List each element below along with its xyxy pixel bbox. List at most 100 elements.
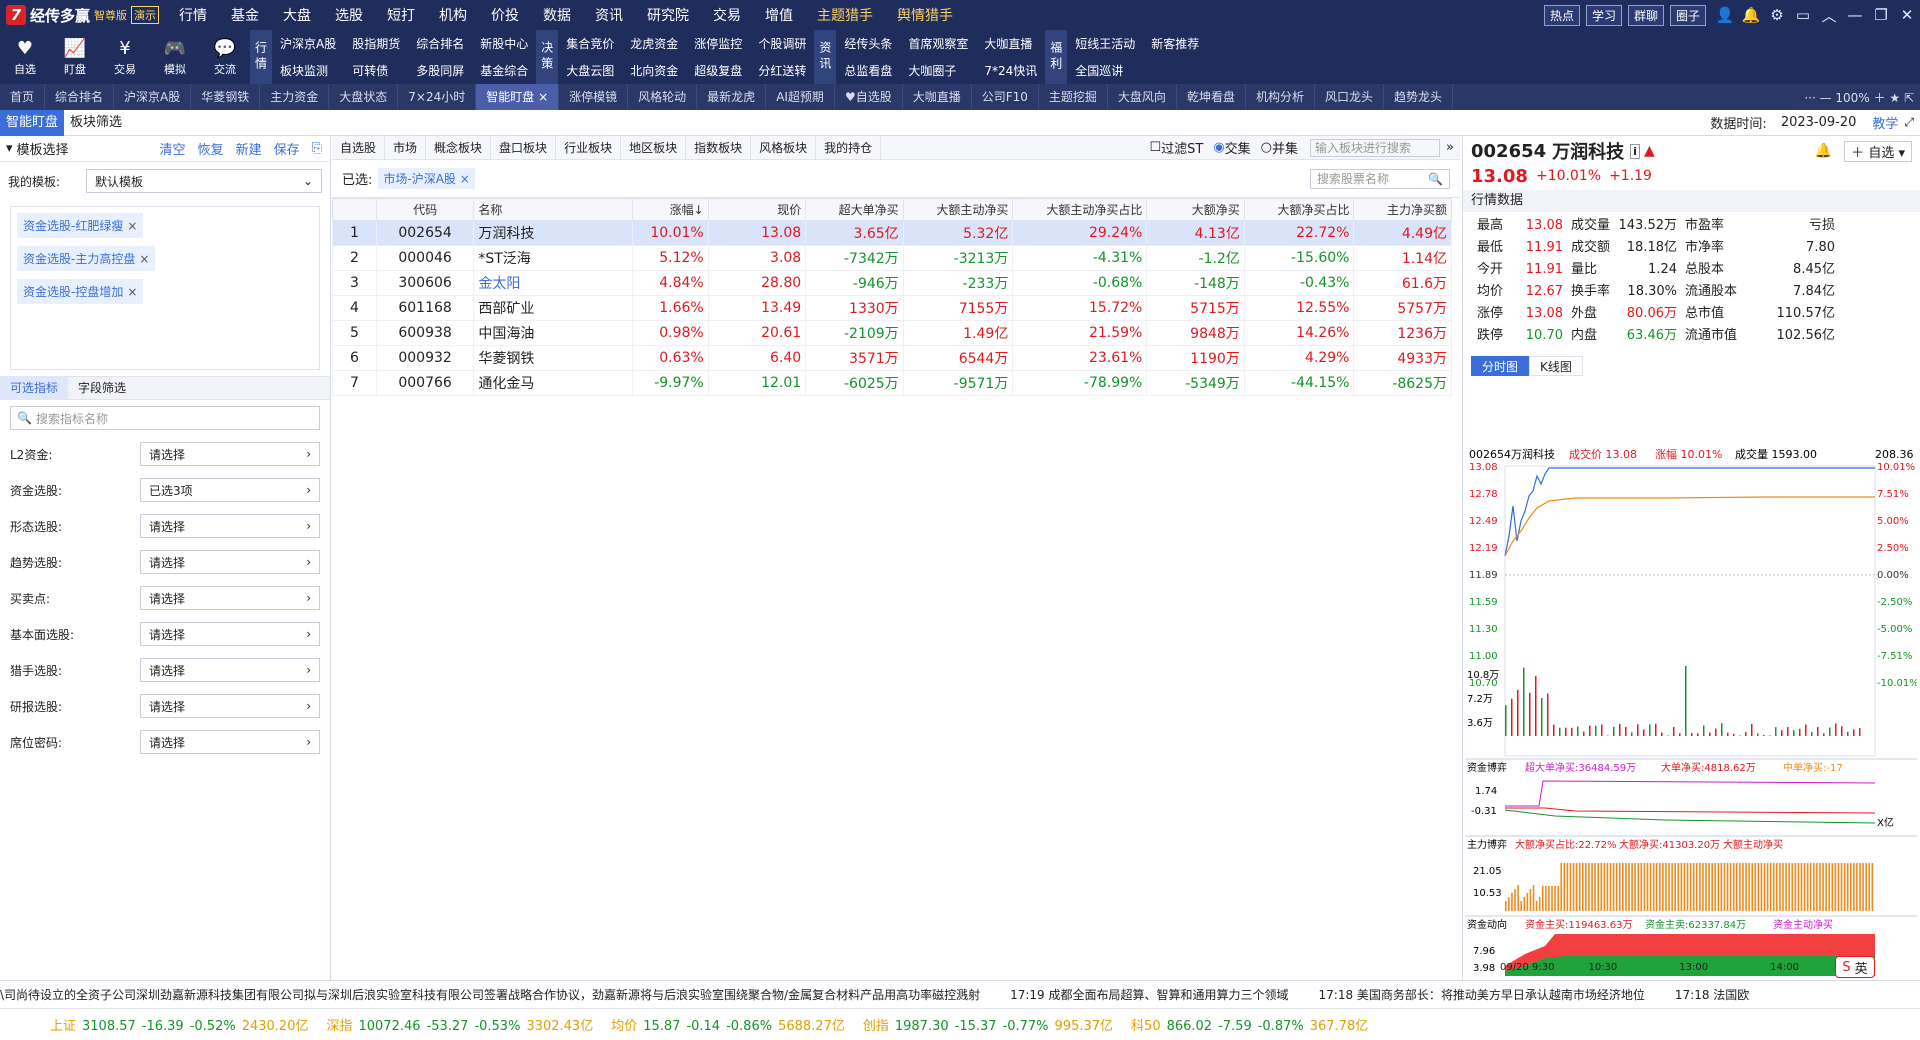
more-icon[interactable]: ··· [1804, 91, 1819, 105]
save-button[interactable]: 保存 [274, 139, 300, 158]
group-chat-button[interactable]: 群聊 [1628, 5, 1664, 26]
tab-kline[interactable]: K线图 [1529, 356, 1583, 376]
page-tab[interactable]: 主力资金 [260, 84, 329, 110]
page-tab[interactable]: 7×24小时 [398, 84, 476, 110]
union-radio[interactable]: ○ [1261, 140, 1272, 155]
page-tab[interactable]: 风口龙头 [1315, 84, 1384, 110]
menu-item[interactable]: 数据 [531, 5, 583, 25]
collapse-icon[interactable]: ︿ [1816, 0, 1842, 30]
study-button[interactable]: 学习 [1586, 5, 1622, 26]
table-row[interactable]: 4 601168 西部矿业 1.66% 13.49 1330万 7155万 15.72% 571… [333, 296, 1452, 321]
menu-item[interactable]: 价投 [479, 5, 531, 25]
column-header[interactable]: 超大单净买 [806, 199, 903, 221]
category-tab[interactable]: 盘口板块 [491, 136, 556, 160]
gear-icon[interactable]: ⚙ [1764, 0, 1790, 30]
new-button[interactable]: 新建 [236, 139, 262, 158]
index-item[interactable]: 科50 866.02 -7.59 -0.87% 367.78亿 [1131, 1015, 1368, 1034]
clear-button[interactable]: 清空 [160, 139, 186, 158]
filter-select[interactable]: 请选择 › [140, 658, 320, 682]
page-tab[interactable]: 涨停模镜 [559, 84, 628, 110]
filter-st-checkbox[interactable]: ☐ [1149, 140, 1161, 155]
toolbar-item[interactable]: 7*24快讯 [976, 62, 1045, 79]
toolbar-item[interactable]: 北向资金 [622, 62, 686, 79]
minimize-icon[interactable]: — [1842, 0, 1868, 30]
toolbar-item[interactable]: 涨停监控 [686, 35, 750, 52]
tab-intraday[interactable]: 分时图 [1471, 356, 1529, 376]
index-item[interactable]: 深指 10072.46 -53.27 -0.53% 3302.43亿 [326, 1015, 593, 1034]
news-item[interactable]: 17:18 美国商务部长：将推动美方早日承认越南市场经济地位 [1319, 986, 1645, 1003]
tab-smart-monitor[interactable]: 智能盯盘 [0, 110, 64, 136]
indicator-search-input[interactable]: 🔍 搜索指标名称 [10, 406, 320, 430]
column-header[interactable]: 涨幅↓ [632, 199, 708, 221]
my-template-select[interactable]: 默认模板 ⌄ [86, 169, 322, 193]
category-tab[interactable]: 地区板块 [621, 136, 686, 160]
zoom-out-icon[interactable]: — [1820, 91, 1836, 105]
toolbar-item[interactable]: 基金综合 [472, 62, 536, 79]
stock-search-input[interactable]: 搜索股票名称 🔍 [1310, 169, 1450, 189]
menu-item[interactable]: 舆情猎手 [885, 5, 965, 25]
column-header[interactable]: 现价 [708, 199, 805, 221]
info-icon[interactable]: i [1630, 144, 1640, 159]
page-tab[interactable]: 最新龙虎 [697, 84, 766, 110]
restore-icon[interactable]: ❐ [1868, 0, 1894, 30]
intersect-radio[interactable]: ◉ [1213, 140, 1224, 155]
toolbar-item[interactable]: 龙虎资金 [622, 35, 686, 52]
filter-select[interactable]: 请选择 › [140, 550, 320, 574]
sector-search-input[interactable]: 输入板块进行搜索 [1310, 139, 1440, 157]
remove-tag-icon[interactable]: × [127, 285, 137, 299]
expand-icon[interactable]: ⤢ [1904, 115, 1914, 130]
table-row[interactable]: 7 000766 通化金马 -9.97% 12.01 -6025万 -9571万 -78.99… [333, 371, 1452, 396]
category-tab[interactable]: 指数板块 [686, 136, 751, 160]
tool-monitor[interactable]: 📈 盯盘 [50, 30, 100, 84]
chosen-chip[interactable]: 市场-沪深A股 × [378, 168, 474, 189]
table-row[interactable]: 2 000046 *ST泛海 5.12% 3.08 -7342万 -3213万 -4.31% -… [333, 246, 1452, 271]
news-ticker[interactable]: \司尚待设立的全资子公司深圳劲嘉新源科技集团有限公司拟与深圳后浪实验室科技有限公… [0, 981, 1920, 1009]
page-tab[interactable]: 沪深京A股 [114, 84, 191, 110]
group-tab[interactable]: 福利 [1045, 30, 1067, 84]
filter-select[interactable]: 请选择 › [140, 442, 320, 466]
index-item[interactable]: 创指 1987.30 -15.37 -0.77% 995.37亿 [863, 1015, 1113, 1034]
category-tab[interactable]: 风格板块 [751, 136, 816, 160]
menu-item[interactable]: 增值 [753, 5, 805, 25]
menu-item[interactable]: 机构 [427, 5, 479, 25]
zoom-in-icon[interactable]: ＋ [1870, 91, 1890, 105]
index-item[interactable]: 上证 3108.57 -16.39 -0.52% 2430.20亿 [50, 1015, 308, 1034]
remove-tag-icon[interactable]: × [127, 219, 137, 233]
page-tab[interactable]: 华菱钢铁 [191, 84, 260, 110]
toolbar-item[interactable]: 大盘云图 [558, 62, 622, 79]
column-header[interactable]: 大额主动净买 [903, 199, 1013, 221]
filter-select[interactable]: 请选择 › [140, 694, 320, 718]
page-tab[interactable]: 机构分析 [1246, 84, 1315, 110]
group-tab[interactable]: 决策 [536, 30, 558, 84]
menu-item[interactable]: 短打 [375, 5, 427, 25]
index-item[interactable]: 均价 15.87 -0.14 -0.86% 5688.27亿 [611, 1015, 845, 1034]
toolbar-item[interactable]: 经传头条 [836, 35, 900, 52]
page-tab[interactable]: 综合排名 [45, 84, 114, 110]
toolbar-item[interactable]: 板块监测 [272, 62, 344, 79]
column-header[interactable] [333, 199, 377, 221]
toolbar-item[interactable]: 大咖直播 [976, 35, 1045, 52]
tab-optional-indicators[interactable]: 可选指标 [0, 376, 68, 400]
page-tab[interactable]: 公司F10 [972, 84, 1039, 110]
column-header[interactable]: 大额净买 [1147, 199, 1244, 221]
toolbar-item[interactable]: 股指期货 [344, 35, 408, 52]
restore-button[interactable]: 恢复 [198, 139, 224, 158]
column-header[interactable]: 主力净买额 [1354, 199, 1452, 221]
tool-simulate[interactable]: 🎮 模拟 [150, 30, 200, 84]
template-tag[interactable]: 资金选股-主力高控盘 × [17, 246, 155, 271]
menu-item[interactable]: 基金 [219, 5, 271, 25]
add-watch-button[interactable]: ＋ 自选 ▾ [1844, 141, 1912, 162]
collapse-right-icon[interactable]: » [1446, 140, 1454, 155]
toolbar-item[interactable]: 个股调研 [750, 35, 814, 52]
close-icon[interactable]: ✕ [1894, 0, 1920, 30]
page-tab[interactable]: 大盘风向 [1108, 84, 1177, 110]
toolbar-item[interactable]: 全国巡讲 [1067, 62, 1143, 79]
toolbar-item[interactable]: 集合竞价 [558, 35, 622, 52]
category-tab[interactable]: 市场 [385, 136, 426, 160]
column-header[interactable]: 代码 [376, 199, 473, 221]
toolbar-item[interactable]: 短线王活动 [1067, 35, 1143, 52]
circle-button[interactable]: 圈子 [1670, 5, 1706, 26]
window-icon[interactable]: ▭ [1790, 0, 1816, 30]
page-tab[interactable]: 智能盯盘 × [476, 84, 559, 110]
filter-select[interactable]: 请选择 › [140, 514, 320, 538]
